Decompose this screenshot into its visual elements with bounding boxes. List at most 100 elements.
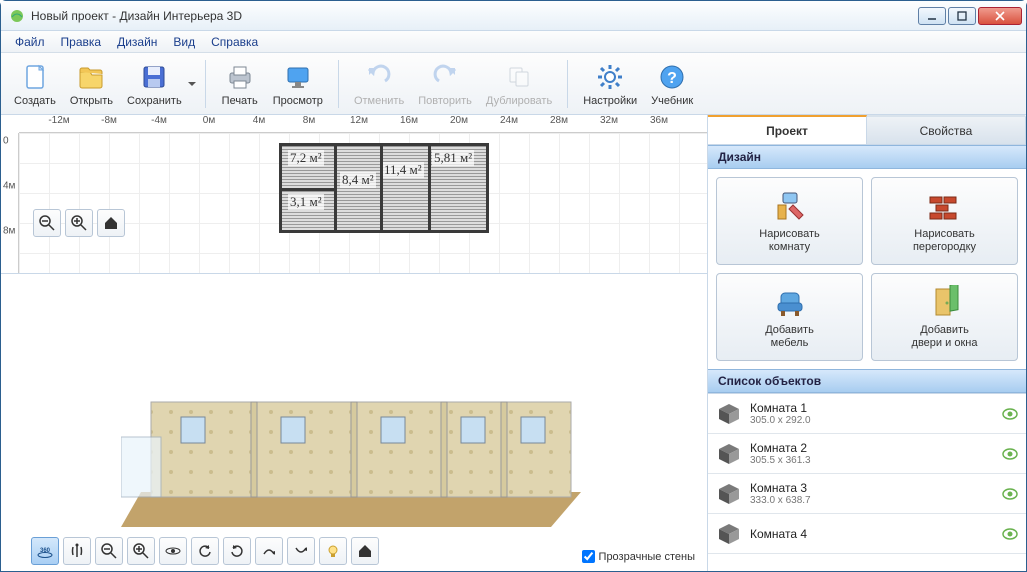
toolbar-separator — [567, 60, 568, 108]
object-list-row[interactable]: Комната 1305.0 x 292.0 — [708, 394, 1026, 434]
zoom-in-button[interactable] — [65, 209, 93, 237]
object-name: Комната 4 — [750, 527, 994, 541]
help-icon: ? — [656, 61, 688, 93]
rotate-360-button[interactable]: 360 — [31, 537, 59, 565]
tilt-up-button[interactable] — [255, 537, 283, 565]
window-minimize-button[interactable] — [918, 7, 946, 25]
add-doors-windows-button[interactable]: Добавить двери и окна — [871, 273, 1018, 361]
tilt-down-button[interactable] — [287, 537, 315, 565]
tab-properties-label: Свойства — [920, 124, 973, 138]
tab-project[interactable]: Проект — [708, 115, 867, 144]
room-area-label: 8,4 м² — [340, 172, 376, 188]
toolbar-undo-button[interactable]: Отменить — [347, 58, 411, 110]
cube-icon — [716, 441, 742, 467]
object-dimensions: 305.5 x 361.3 — [750, 455, 994, 466]
toolbar-redo-label: Повторить — [418, 95, 472, 107]
svg-text:?: ? — [667, 70, 677, 87]
view3d-home-button[interactable] — [351, 537, 379, 565]
undo-icon — [363, 61, 395, 93]
section-design-header[interactable]: Дизайн — [708, 145, 1026, 169]
visibility-toggle[interactable] — [1002, 408, 1018, 420]
draw-partition-label: Нарисовать перегородку — [913, 228, 976, 254]
toolbar-open-label: Открыть — [70, 95, 113, 107]
ruler-horizontal: -12м-8м-4м0м4м8м12м16м20м24м28м32м36м — [19, 115, 707, 133]
plan-2d-view[interactable]: 7,2 м² 8,4 м² 11,4 м² 5,81 м² 3,1 м² — [19, 133, 707, 273]
toolbar-save-label: Сохранить — [127, 95, 182, 107]
ruler-vertical: 04м8м — [1, 133, 19, 273]
light-button[interactable] — [319, 537, 347, 565]
tab-properties[interactable]: Свойства — [867, 115, 1026, 144]
rotate-left-button[interactable] — [191, 537, 219, 565]
add-furniture-button[interactable]: Добавить мебель — [716, 273, 863, 361]
gear-icon — [594, 61, 626, 93]
new-file-icon — [19, 61, 51, 93]
draw-room-label: Нарисовать комнату — [759, 228, 819, 254]
ruler-h-tick: 0м — [203, 115, 215, 126]
pan-button[interactable] — [63, 537, 91, 565]
toolbar-tutorial-button[interactable]: ? Учебник — [644, 58, 700, 110]
ruler-h-tick: 4м — [253, 115, 265, 126]
transparent-walls-input[interactable] — [582, 550, 595, 563]
toolbar-preview-label: Просмотр — [273, 95, 323, 107]
brick-wall-icon — [927, 188, 963, 224]
object-dimensions: 333.0 x 638.7 — [750, 495, 994, 506]
door-icon — [927, 284, 963, 320]
ruler-h-tick: 24м — [500, 115, 518, 126]
toolbar: Создать Открыть Сохранить Печать Просмот… — [1, 53, 1026, 115]
menu-file[interactable]: Файл — [7, 33, 53, 51]
right-panel-tabs: Проект Свойства — [708, 115, 1026, 145]
redo-icon — [429, 61, 461, 93]
toolbar-create-button[interactable]: Создать — [7, 58, 63, 110]
section-objects-header[interactable]: Список объектов — [708, 369, 1026, 393]
menu-edit[interactable]: Правка — [53, 33, 110, 51]
toolbar-print-label: Печать — [222, 95, 258, 107]
view-3d[interactable]: 360 Прозрачные стены — [1, 273, 707, 571]
floorplan[interactable]: 7,2 м² 8,4 м² 11,4 м² 5,81 м² 3,1 м² — [279, 143, 489, 233]
toolbar-print-button[interactable]: Печать — [214, 58, 266, 110]
view3d-zoom-out-button[interactable] — [95, 537, 123, 565]
ruler-v-tick: 8м — [3, 226, 15, 237]
toolbar-duplicate-label: Дублировать — [486, 95, 552, 107]
toolbar-settings-button[interactable]: Настройки — [576, 58, 644, 110]
object-list[interactable]: Комната 1305.0 x 292.0Комната 2305.5 x 3… — [708, 393, 1026, 571]
ruler-h-tick: 36м — [650, 115, 668, 126]
design-actions-grid: Нарисовать комнату Нарисовать перегородк… — [708, 169, 1026, 369]
object-list-row[interactable]: Комната 3333.0 x 638.7 — [708, 474, 1026, 514]
draw-room-button[interactable]: Нарисовать комнату — [716, 177, 863, 265]
zoom-out-button[interactable] — [33, 209, 61, 237]
object-list-row[interactable]: Комната 4 — [708, 514, 1026, 554]
object-dimensions: 305.0 x 292.0 — [750, 415, 994, 426]
window-title: Новый проект - Дизайн Интерьера 3D — [31, 9, 918, 23]
rotate-right-button[interactable] — [223, 537, 251, 565]
toolbar-open-button[interactable]: Открыть — [63, 58, 120, 110]
home-view-button[interactable] — [97, 209, 125, 237]
cube-icon — [716, 521, 742, 547]
toolbar-undo-label: Отменить — [354, 95, 404, 107]
draw-partition-button[interactable]: Нарисовать перегородку — [871, 177, 1018, 265]
toolbar-preview-button[interactable]: Просмотр — [266, 58, 330, 110]
toolbar-duplicate-button[interactable]: Дублировать — [479, 58, 559, 110]
menu-view[interactable]: Вид — [165, 33, 203, 51]
menu-help[interactable]: Справка — [203, 33, 266, 51]
toolbar-redo-button[interactable]: Повторить — [411, 58, 479, 110]
menu-design[interactable]: Дизайн — [109, 33, 165, 51]
view3d-toolbar: 360 — [31, 537, 379, 565]
view3d-zoom-in-button[interactable] — [127, 537, 155, 565]
room-area-label: 11,4 м² — [382, 162, 424, 178]
ruler-h-tick: 20м — [450, 115, 468, 126]
toolbar-save-dropdown[interactable] — [187, 80, 197, 88]
cube-icon — [716, 481, 742, 507]
window-maximize-button[interactable] — [948, 7, 976, 25]
object-list-row[interactable]: Комната 2305.5 x 361.3 — [708, 434, 1026, 474]
visibility-toggle[interactable] — [1002, 488, 1018, 500]
visibility-toggle[interactable] — [1002, 528, 1018, 540]
cube-icon — [716, 401, 742, 427]
orbit-button[interactable] — [159, 537, 187, 565]
ruler-h-tick: 12м — [350, 115, 368, 126]
visibility-toggle[interactable] — [1002, 448, 1018, 460]
section-design-label: Дизайн — [718, 150, 761, 164]
room-area-label: 3,1 м² — [288, 194, 324, 210]
toolbar-save-button[interactable]: Сохранить — [120, 58, 189, 110]
window-close-button[interactable] — [978, 7, 1022, 25]
transparent-walls-checkbox[interactable]: Прозрачные стены — [582, 550, 695, 563]
